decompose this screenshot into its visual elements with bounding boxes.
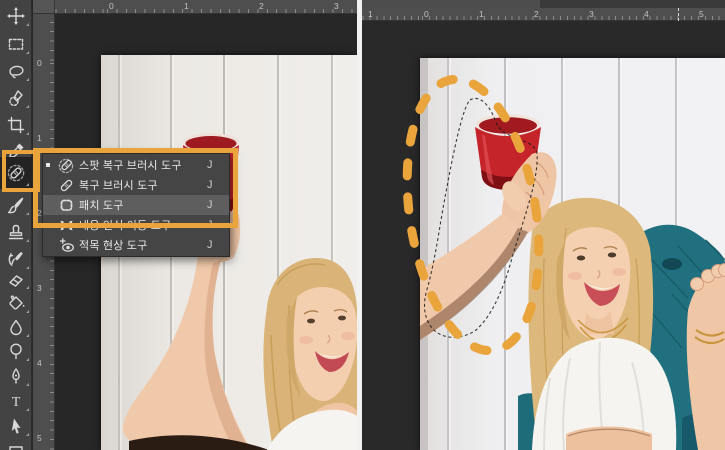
ruler-label: 2 <box>534 9 539 19</box>
dodge-icon <box>10 343 22 360</box>
brush-icon <box>7 197 24 214</box>
ruler-label: 3 <box>37 283 42 293</box>
photoshop-window: T 0 1 2 3 0 1 2 3 4 5 1 0 1 2 3 4 5 스팟 복… <box>0 0 725 450</box>
ruler-corner <box>33 0 55 14</box>
ruler-label: 5 <box>699 9 704 19</box>
ruler-label: 1 <box>479 9 484 19</box>
pen-icon <box>12 368 20 384</box>
red-eye-icon <box>53 237 79 254</box>
move-icon <box>7 7 25 25</box>
blur-drop-icon <box>10 319 22 336</box>
move-tool-button[interactable] <box>0 3 32 29</box>
ruler-label: 4 <box>644 9 649 19</box>
menu-item-label: 적목 현상 도구 <box>79 240 148 252</box>
type-tool-button[interactable]: T <box>0 388 32 414</box>
clone-stamp-tool-button[interactable] <box>0 219 32 245</box>
shape-rectangle-icon <box>9 446 23 450</box>
lasso-tool-button[interactable] <box>0 58 32 84</box>
ruler-label: 0 <box>109 1 114 11</box>
menu-item-shortcut: J <box>207 239 213 251</box>
ruler-ticks <box>362 16 725 20</box>
dodge-tool-button[interactable] <box>0 338 32 364</box>
left-horizontal-ruler[interactable]: 0 1 2 3 <box>33 0 357 14</box>
menu-item-red-eye[interactable]: 적목 현상 도구 J <box>43 235 229 255</box>
right-canvas-pasteboard <box>362 21 725 450</box>
ruler-position-marker <box>678 8 679 21</box>
marquee-icon <box>8 38 24 50</box>
blur-tool-button[interactable] <box>0 314 32 340</box>
svg-text:T: T <box>12 395 21 410</box>
right-horizontal-ruler[interactable]: 1 0 1 2 3 4 5 <box>362 8 725 21</box>
ruler-label: 2 <box>259 1 264 11</box>
quick-selection-icon <box>9 90 23 107</box>
ruler-label: 4 <box>37 358 42 368</box>
active-tab[interactable] <box>362 0 540 8</box>
photo-right[interactable] <box>402 58 725 450</box>
type-icon: T <box>12 395 21 410</box>
ruler-label: 0 <box>424 9 429 19</box>
crop-tool-button[interactable] <box>0 112 32 138</box>
selection-arrow-icon <box>11 418 21 434</box>
ruler-label: 1 <box>37 133 42 143</box>
eraser-tool-button[interactable] <box>0 266 32 292</box>
shape-tool-button[interactable] <box>0 438 32 450</box>
paint-bucket-icon <box>9 295 25 310</box>
clone-stamp-icon <box>8 224 24 240</box>
quick-selection-tool-button[interactable] <box>0 85 32 111</box>
eraser-icon <box>9 275 23 287</box>
ruler-label: 0 <box>37 58 42 68</box>
ruler-label: 1 <box>184 1 189 11</box>
ruler-label: 5 <box>37 433 42 443</box>
marquee-tool-button[interactable] <box>0 31 32 57</box>
brush-tool-button[interactable] <box>0 192 32 218</box>
orange-callout-menu <box>33 148 238 228</box>
crop-icon <box>7 116 25 134</box>
ruler-ticks <box>33 9 357 13</box>
path-selection-tool-button[interactable] <box>0 413 32 439</box>
document-tab-strip <box>362 0 725 8</box>
ruler-label: 1 <box>368 9 373 19</box>
woman-left <box>263 257 357 450</box>
lasso-icon <box>9 65 24 79</box>
ruler-label: 3 <box>334 1 339 11</box>
screenshot-divider <box>357 0 362 450</box>
pen-tool-button[interactable] <box>0 363 32 389</box>
ruler-label: 3 <box>589 9 594 19</box>
tools-panel: T <box>0 0 32 450</box>
paint-bucket-tool-button[interactable] <box>0 290 32 316</box>
